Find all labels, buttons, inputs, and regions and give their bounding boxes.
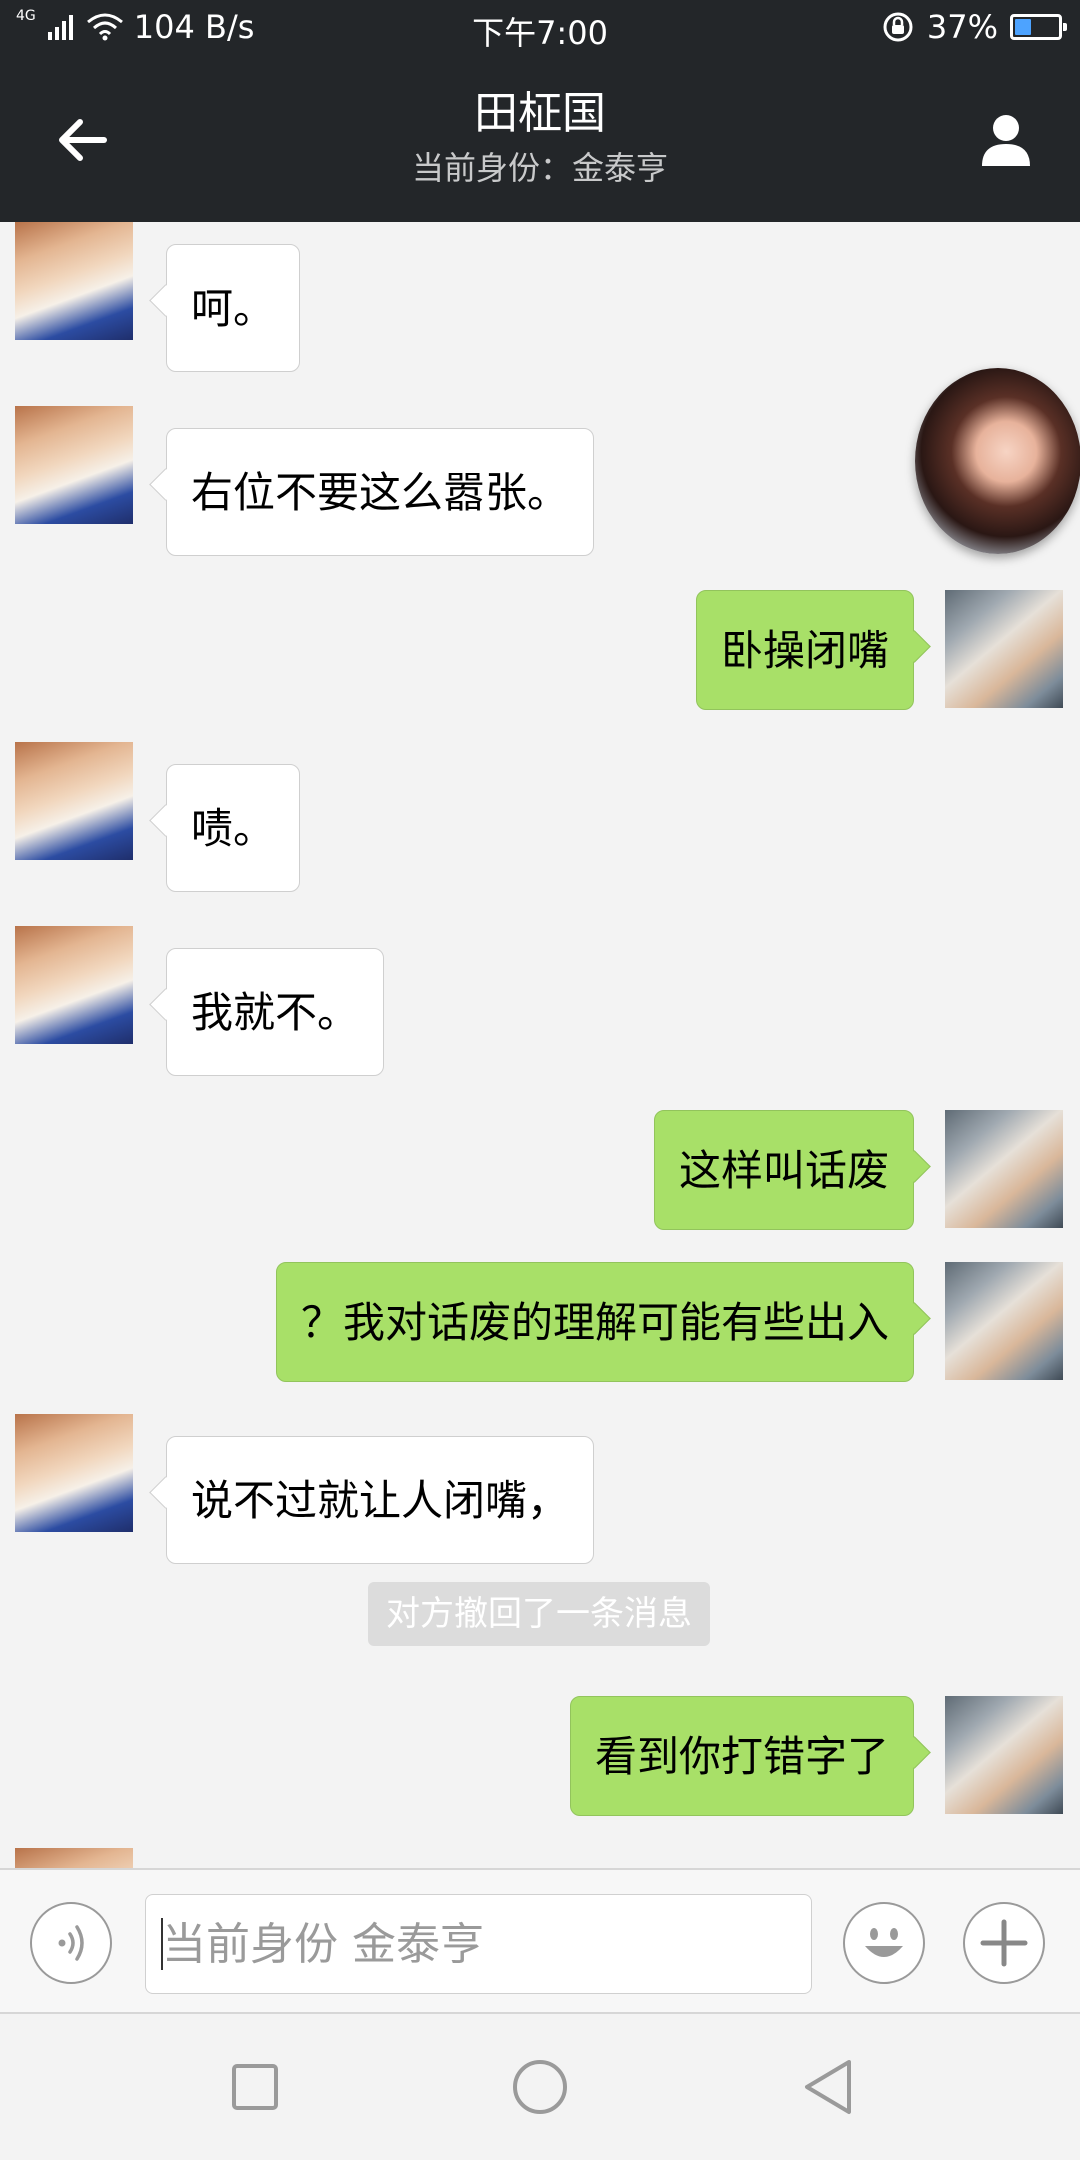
page-title: 田柾国 <box>474 88 606 139</box>
rotation-lock-icon <box>883 12 913 42</box>
emoji-icon <box>865 1928 903 1957</box>
message-bubble-left[interactable]: 右位不要这么嚣张。 <box>166 428 595 556</box>
triangle-icon[interactable] <box>785 2042 875 2132</box>
message-input[interactable] <box>145 1894 812 1994</box>
square-icon[interactable] <box>210 2042 300 2132</box>
identity-subtitle: 当前身份：金泰亨 <box>411 149 668 187</box>
self-avatar[interactable] <box>945 590 1063 708</box>
floating-avatar[interactable] <box>915 368 1080 554</box>
self-avatar[interactable] <box>945 1262 1063 1380</box>
message-bubble-left[interactable]: 啧。 <box>166 764 301 892</box>
self-avatar[interactable] <box>945 1696 1063 1814</box>
message-bubble-left[interactable]: 呵。 <box>166 244 301 372</box>
message-bubble-right[interactable]: 卧操闭嘴 <box>695 590 914 710</box>
text-caret <box>161 1918 163 1970</box>
battery-percent: 37% <box>926 8 998 46</box>
voice-button[interactable] <box>30 1902 112 1984</box>
circle-icon[interactable] <box>495 2042 585 2132</box>
contact-avatar[interactable] <box>15 406 133 524</box>
contact-avatar[interactable] <box>15 222 133 340</box>
person-icon[interactable] <box>974 108 1038 172</box>
contact-avatar[interactable] <box>15 1414 133 1532</box>
input-bar <box>0 1868 1080 2014</box>
emoji-button[interactable] <box>843 1902 925 1984</box>
recall-notice: 对方撤回了一条消息 <box>368 1582 710 1646</box>
battery-fill <box>1015 19 1031 35</box>
system-nav-bar <box>0 2014 1080 2160</box>
voice-icon <box>58 1925 84 1961</box>
plus-icon <box>980 1919 1028 1967</box>
contact-avatar[interactable] <box>15 1848 133 1868</box>
chat-header: 田柾国 当前身份：金泰亨 <box>0 56 1080 222</box>
message-bubble-right[interactable]: 看到你打错字了 <box>569 1696 914 1816</box>
status-bar: 4G 104 B/s 下午7:00 37% <box>0 0 1080 56</box>
contact-avatar[interactable] <box>15 742 133 860</box>
message-bubble-left[interactable]: 说不过就让人闭嘴， <box>166 1436 595 1564</box>
status-right: 37% <box>881 8 1067 46</box>
self-avatar[interactable] <box>945 1110 1063 1228</box>
message-bubble-right[interactable]: 这样叫话废 <box>653 1110 914 1230</box>
message-bubble-left[interactable]: 我就不。 <box>166 948 385 1076</box>
battery-icon <box>1010 14 1067 40</box>
message-bubble-right[interactable]: ？我对话废的理解可能有些出入 <box>275 1262 914 1382</box>
more-button[interactable] <box>963 1902 1045 1984</box>
chat-area[interactable]: 呵。 右位不要这么嚣张。 卧操闭嘴 啧。 我就不。 这样叫话废 ？我对话废的理解… <box>0 222 1080 1868</box>
contact-avatar[interactable] <box>15 926 133 1044</box>
